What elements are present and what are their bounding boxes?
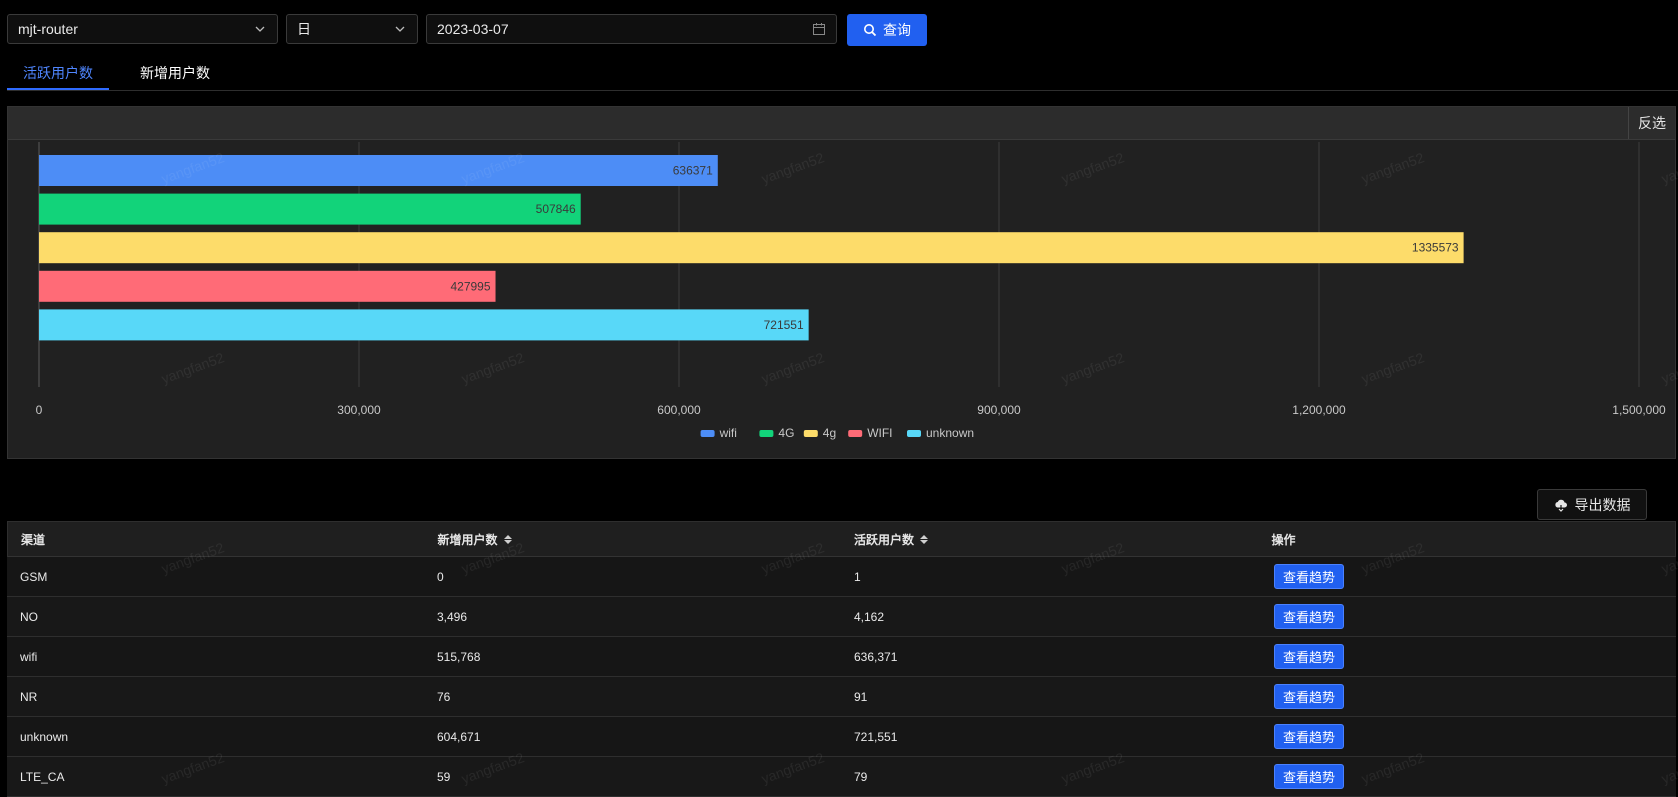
legend-label: wifi	[719, 426, 737, 440]
cloud-download-icon	[1554, 499, 1567, 512]
x-tick-label: 300,000	[337, 403, 381, 417]
cell-new-users: 76	[437, 689, 451, 704]
legend-swatch	[907, 430, 921, 437]
legend-label: 4g	[823, 426, 836, 440]
cell-actions: 查看趋势	[1259, 644, 1676, 669]
sort-icon[interactable]	[920, 534, 929, 544]
x-tick-label: 900,000	[977, 403, 1021, 417]
view-trend-button[interactable]: 查看趋势	[1274, 644, 1345, 669]
header-new-users[interactable]: 新增用户数	[425, 531, 842, 548]
cell-active-users: 91	[854, 689, 868, 704]
metric-tabs: 活跃用户数 新增用户数	[7, 56, 1678, 91]
tab-active-users[interactable]: 活跃用户数	[23, 63, 93, 83]
data-label: 721551	[764, 318, 804, 332]
cell-new-users: 59	[437, 769, 451, 784]
data-label: 636371	[673, 164, 713, 178]
export-data-label: 导出数据	[1574, 496, 1631, 513]
chevron-down-icon	[395, 26, 405, 32]
data-label: 1335573	[1412, 241, 1459, 255]
view-trend-button[interactable]: 查看趋势	[1274, 684, 1345, 709]
bar-unknown	[39, 309, 809, 341]
period-select-value: 日	[297, 21, 311, 37]
table-row: LTE_CA 59 79 查看趋势	[7, 757, 1676, 797]
cell-channel: NR	[20, 689, 38, 704]
invert-selection-button[interactable]: 反选	[1628, 107, 1675, 139]
tab-active-indicator	[7, 88, 109, 90]
cell-channel: NO	[20, 609, 38, 624]
chart-header: 反选	[8, 107, 1675, 140]
date-picker[interactable]: 2023-03-07	[426, 14, 837, 44]
period-select[interactable]: 日	[286, 14, 418, 44]
data-label: 507846	[536, 202, 576, 216]
legend-label: 4G	[778, 426, 794, 440]
view-trend-button[interactable]: 查看趋势	[1274, 564, 1345, 589]
cell-channel: LTE_CA	[20, 769, 65, 784]
legend-swatch	[759, 430, 774, 437]
x-tick-label: 600,000	[657, 403, 701, 417]
cell-active-users: 4,162	[854, 609, 885, 624]
cell-channel: GSM	[20, 569, 48, 584]
cell-new-users: 604,671	[437, 729, 481, 744]
cell-actions: 查看趋势	[1259, 604, 1676, 629]
header-channel: 渠道	[21, 532, 46, 547]
cell-actions: 查看趋势	[1259, 564, 1676, 589]
header-active-users[interactable]: 活跃用户数	[841, 531, 1259, 548]
channel-table: 渠道 新增用户数 活跃用户数 操作 GSM 0 1 查看趋势 NO 3,496 4,162 查…	[7, 521, 1676, 797]
cell-active-users: 636,371	[854, 649, 898, 664]
cell-channel: unknown	[20, 729, 69, 744]
bar-chart: 0 300,000 600,000 900,000 1,200,000 1,500,000…	[36, 142, 1666, 440]
data-label: 427995	[450, 279, 490, 293]
cell-active-users: 1	[854, 569, 861, 584]
cell-channel: wifi	[20, 649, 38, 664]
bar-4g	[39, 232, 1464, 264]
bar-4G	[39, 193, 581, 225]
cell-active-users: 79	[854, 769, 868, 784]
chart-panel: 反选 0 300,000 600,000 900,000 1,200,000 1,500,…	[7, 106, 1676, 459]
table-row: NO 3,496 4,162 查看趋势	[7, 597, 1676, 637]
app-select[interactable]: mjt-router	[7, 14, 278, 44]
cell-active-users: 721,551	[854, 729, 898, 744]
date-value: 2023-03-07	[437, 21, 509, 37]
chevron-down-icon	[255, 26, 265, 32]
legend-label: unknown	[926, 426, 974, 440]
view-trend-button[interactable]: 查看趋势	[1274, 724, 1345, 749]
cell-actions: 查看趋势	[1259, 724, 1676, 749]
search-icon	[864, 24, 877, 37]
cell-actions: 查看趋势	[1259, 684, 1676, 709]
legend-swatch	[803, 430, 818, 437]
table-row: wifi 515,768 636,371 查看趋势	[7, 637, 1676, 677]
legend-label: WIFI	[867, 426, 892, 440]
export-data-button[interactable]: 导出数据	[1537, 489, 1647, 520]
query-button[interactable]: 查询	[847, 14, 927, 46]
tab-new-users[interactable]: 新增用户数	[140, 63, 210, 83]
view-trend-button[interactable]: 查看趋势	[1274, 764, 1345, 789]
table-header: 渠道 新增用户数 活跃用户数 操作	[7, 521, 1676, 557]
cell-new-users: 515,768	[437, 649, 481, 664]
query-button-label: 查询	[883, 22, 911, 38]
x-tick-label: 1,200,000	[1292, 403, 1346, 417]
app-select-value: mjt-router	[18, 21, 78, 37]
calendar-icon	[813, 23, 825, 35]
table-body: GSM 0 1 查看趋势 NO 3,496 4,162 查看趋势 wifi 515,768 636,…	[7, 557, 1676, 797]
cell-new-users: 3,496	[437, 609, 468, 624]
bar-wifi	[39, 155, 718, 186]
cell-new-users: 0	[437, 569, 444, 584]
x-tick-label: 1,500,000	[1612, 403, 1666, 417]
legend-swatch	[848, 430, 863, 437]
x-tick-label: 0	[36, 403, 43, 417]
cell-actions: 查看趋势	[1259, 764, 1676, 789]
header-actions: 操作	[1271, 532, 1296, 547]
sort-icon[interactable]	[503, 534, 512, 544]
legend-swatch	[700, 430, 715, 437]
view-trend-button[interactable]: 查看趋势	[1274, 604, 1345, 629]
table-row: unknown 604,671 721,551 查看趋势	[7, 717, 1676, 757]
table-row: NR 76 91 查看趋势	[7, 677, 1676, 717]
bar-WIFI	[39, 270, 496, 302]
table-row: GSM 0 1 查看趋势	[7, 557, 1676, 597]
